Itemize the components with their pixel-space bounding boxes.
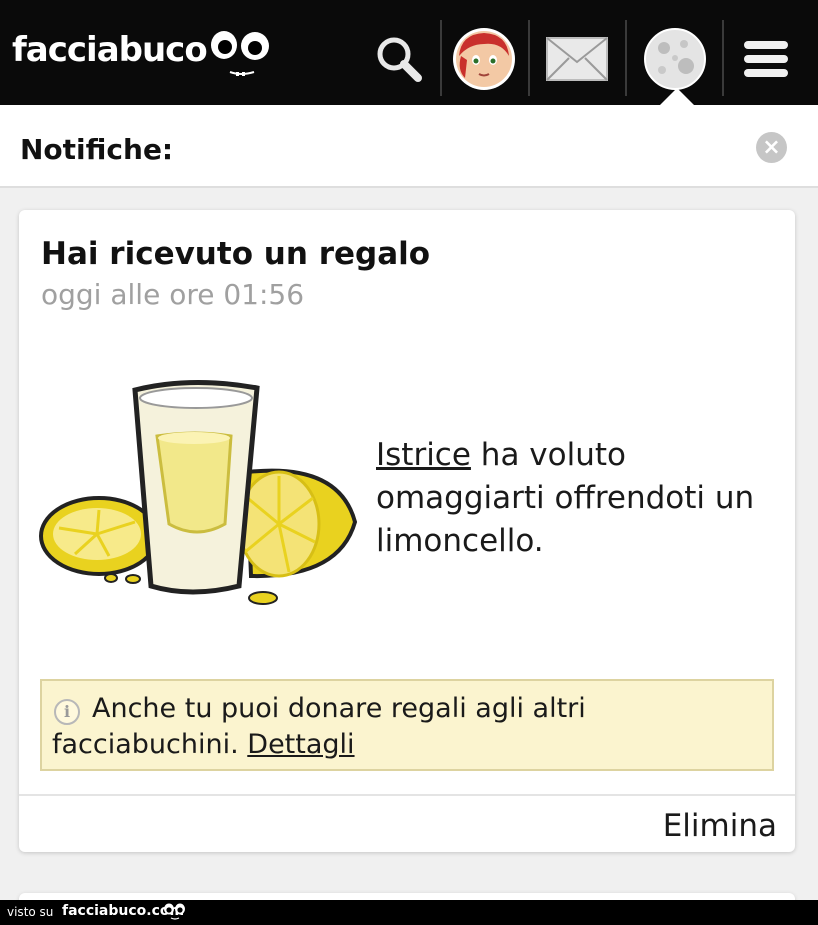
delete-button[interactable]: Elimina — [663, 808, 777, 844]
mail-icon[interactable] — [542, 24, 612, 94]
notification-title: Hai ricevuto un regalo — [41, 236, 431, 272]
profile-avatar[interactable] — [449, 24, 519, 94]
details-link[interactable]: Dettagli — [247, 729, 354, 760]
info-box: i Anche tu puoi donare regali agli altri… — [40, 679, 774, 771]
nav-divider — [440, 20, 442, 96]
close-icon[interactable]: × — [756, 132, 787, 163]
menu-icon[interactable] — [731, 24, 801, 94]
info-text: Anche tu puoi donare regali agli altri f… — [52, 691, 762, 763]
watermark-prefix: visto su — [7, 905, 54, 919]
notifications-title: Notifiche: — [20, 133, 174, 166]
notification-card: Hai ricevuto un regalo oggi alle ore 01:… — [19, 210, 795, 852]
nav-divider — [528, 20, 530, 96]
notifications-moon-icon[interactable] — [640, 24, 710, 94]
notification-time: oggi alle ore 01:56 — [41, 278, 305, 311]
watermark-bar: visto su facciabuco.com — [0, 900, 818, 925]
search-icon[interactable] — [364, 24, 434, 94]
nav-divider — [625, 20, 627, 96]
logo-eyes-icon — [211, 31, 269, 76]
sender-link[interactable]: Istrice — [376, 437, 471, 473]
gift-message: Istrice ha voluto omaggiarti offrendoti … — [376, 434, 776, 563]
nav-divider — [722, 20, 724, 96]
limoncello-icon — [39, 380, 358, 605]
notifications-header: Notifiche: × — [0, 105, 818, 188]
dropdown-caret — [660, 88, 694, 105]
top-navbar: facciabuco — [0, 0, 818, 105]
card-footer: Elimina — [19, 794, 795, 852]
watermark-eyes-icon — [164, 903, 185, 920]
site-logo[interactable]: facciabuco — [12, 30, 208, 70]
